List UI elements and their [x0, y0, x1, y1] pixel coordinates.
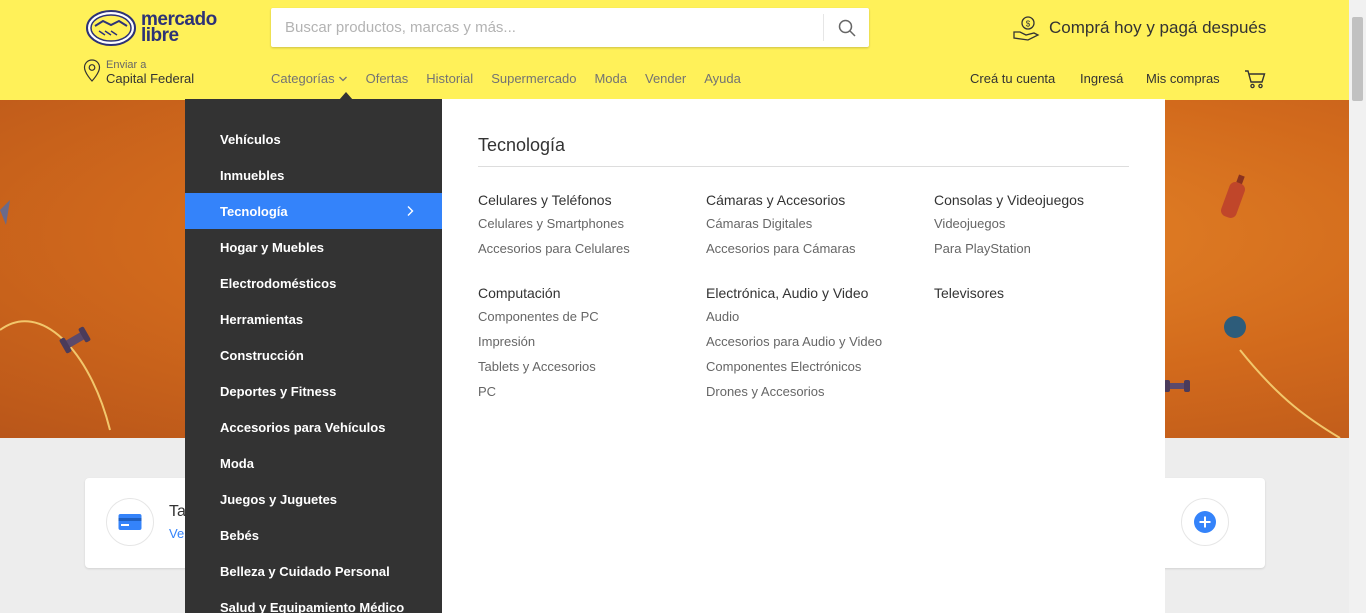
category-herramientas[interactable]: Herramientas — [185, 301, 442, 337]
sub-link[interactable]: Videojuegos — [934, 216, 1005, 231]
sub-link[interactable]: Impresión — [478, 334, 535, 349]
sub-link[interactable]: PC — [478, 384, 496, 399]
category-label: Inmuebles — [220, 167, 285, 183]
sub-link[interactable]: Tablets y Accesorios — [478, 359, 596, 374]
search-input[interactable] — [271, 8, 823, 47]
main-nav: Categorías Ofertas Historial Supermercad… — [271, 71, 759, 86]
plus-button[interactable] — [1181, 498, 1229, 546]
location-label: Enviar a — [106, 59, 147, 71]
category-label: Bebés — [220, 527, 260, 543]
sub-link[interactable]: Para PlayStation — [934, 241, 1031, 256]
nav-ayuda[interactable]: Ayuda — [704, 71, 741, 86]
category-deportes-fitness[interactable]: Deportes y Fitness — [185, 373, 442, 409]
sub-link[interactable]: Componentes de PC — [478, 309, 599, 324]
category-label: Tecnología — [220, 203, 288, 219]
subpanel-divider — [478, 166, 1129, 167]
card-title: Ta — [169, 503, 186, 520]
handshake-logo-icon — [86, 10, 136, 46]
category-salud[interactable]: Salud y Equipamiento Médico — [185, 589, 442, 613]
sub-link[interactable]: Accesorios para Celulares — [478, 241, 630, 256]
location-value: Capital Federal — [106, 71, 195, 86]
create-account-link[interactable]: Creá tu cuenta — [970, 71, 1055, 86]
category-label: Electrodomésticos — [220, 275, 337, 291]
sub-link[interactable]: Drones y Accesorios — [706, 384, 825, 399]
logo-text-line2: libre — [141, 25, 179, 46]
group-title-consolas[interactable]: Consolas y Videojuegos — [934, 192, 1084, 208]
search-bar — [271, 8, 869, 47]
sub-link[interactable]: Celulares y Smartphones — [478, 216, 624, 231]
nav-ofertas[interactable]: Ofertas — [366, 71, 409, 86]
nav-vender[interactable]: Vender — [645, 71, 686, 86]
category-vehiculos[interactable]: Vehículos — [185, 121, 442, 157]
my-purchases-link[interactable]: Mis compras — [1146, 71, 1220, 86]
category-tecnologia[interactable]: Tecnología — [185, 193, 442, 229]
category-moda[interactable]: Moda — [185, 445, 442, 481]
page-scrollbar[interactable] — [1349, 0, 1366, 613]
category-inmuebles[interactable]: Inmuebles — [185, 157, 442, 193]
promo-banner[interactable]: $ Comprá hoy y pagá después — [1012, 14, 1266, 42]
cart-button[interactable] — [1244, 69, 1266, 94]
group-title-camaras[interactable]: Cámaras y Accesorios — [706, 192, 845, 208]
sub-link[interactable]: Componentes Electrónicos — [706, 359, 861, 374]
promo-text: Comprá hoy y pagá después — [1049, 18, 1267, 37]
category-label: Belleza y Cuidado Personal — [220, 563, 390, 579]
card-icon-container — [106, 498, 154, 546]
nav-supermercado[interactable]: Supermercado — [491, 71, 576, 86]
hand-money-icon: $ — [1013, 16, 1040, 41]
nav-historial[interactable]: Historial — [426, 71, 473, 86]
header: mercado libre $ Comprá hoy y pagá despué… — [0, 0, 1366, 100]
plus-circle-icon — [1194, 511, 1216, 533]
category-label: Deportes y Fitness — [220, 383, 337, 399]
category-bebes[interactable]: Bebés — [185, 517, 442, 553]
subcategories-panel: Tecnología Celulares y Teléfonos Celular… — [442, 99, 1165, 613]
category-label: Juegos y Juguetes — [220, 491, 338, 507]
category-label: Construcción — [220, 347, 304, 363]
scrollbar-thumb[interactable] — [1352, 17, 1363, 101]
category-label: Vehículos — [220, 131, 281, 147]
sub-link[interactable]: Accesorios para Cámaras — [706, 241, 856, 256]
chevron-right-icon — [407, 206, 414, 216]
sub-link[interactable]: Audio — [706, 309, 739, 324]
category-label: Herramientas — [220, 311, 304, 327]
categories-menu: Vehículos Inmuebles Tecnología Hogar y M… — [185, 99, 442, 613]
category-electrodomesticos[interactable]: Electrodomésticos — [185, 265, 442, 301]
category-label: Hogar y Muebles — [220, 239, 325, 255]
category-label: Salud y Equipamiento Médico — [220, 599, 405, 613]
category-juegos-juguetes[interactable]: Juegos y Juguetes — [185, 481, 442, 517]
chevron-down-icon — [338, 76, 347, 81]
credit-card-icon — [118, 514, 142, 530]
sub-link[interactable]: Cámaras Digitales — [706, 216, 812, 231]
card-link[interactable]: Ve — [169, 526, 184, 541]
search-icon — [838, 19, 856, 37]
category-label: Accesorios para Vehículos — [220, 419, 386, 435]
group-title-televisores[interactable]: Televisores — [934, 285, 1004, 301]
category-hogar-muebles[interactable]: Hogar y Muebles — [185, 229, 442, 265]
nav-moda[interactable]: Moda — [594, 71, 627, 86]
category-label: Moda — [220, 455, 254, 471]
svg-text:$: $ — [1026, 20, 1031, 29]
nav-categorias-label: Categorías — [271, 71, 335, 86]
cart-icon — [1245, 70, 1266, 89]
category-accesorios-vehiculos[interactable]: Accesorios para Vehículos — [185, 409, 442, 445]
search-button[interactable] — [823, 14, 869, 41]
category-construccion[interactable]: Construcción — [185, 337, 442, 373]
group-title-electronica[interactable]: Electrónica, Audio y Video — [706, 285, 868, 301]
sub-link[interactable]: Accesorios para Audio y Video — [706, 334, 882, 349]
login-link[interactable]: Ingresá — [1080, 71, 1123, 86]
delivery-location[interactable]: Enviar a Capital Federal — [83, 59, 194, 87]
nav-categorias[interactable]: Categorías — [271, 71, 348, 86]
mercado-libre-logo[interactable]: mercado libre — [85, 8, 225, 48]
group-title-computacion[interactable]: Computación — [478, 285, 561, 301]
subpanel-title: Tecnología — [478, 135, 566, 155]
group-title-celulares[interactable]: Celulares y Teléfonos — [478, 192, 612, 208]
location-pin-icon — [83, 59, 101, 82]
category-belleza[interactable]: Belleza y Cuidado Personal — [185, 553, 442, 589]
